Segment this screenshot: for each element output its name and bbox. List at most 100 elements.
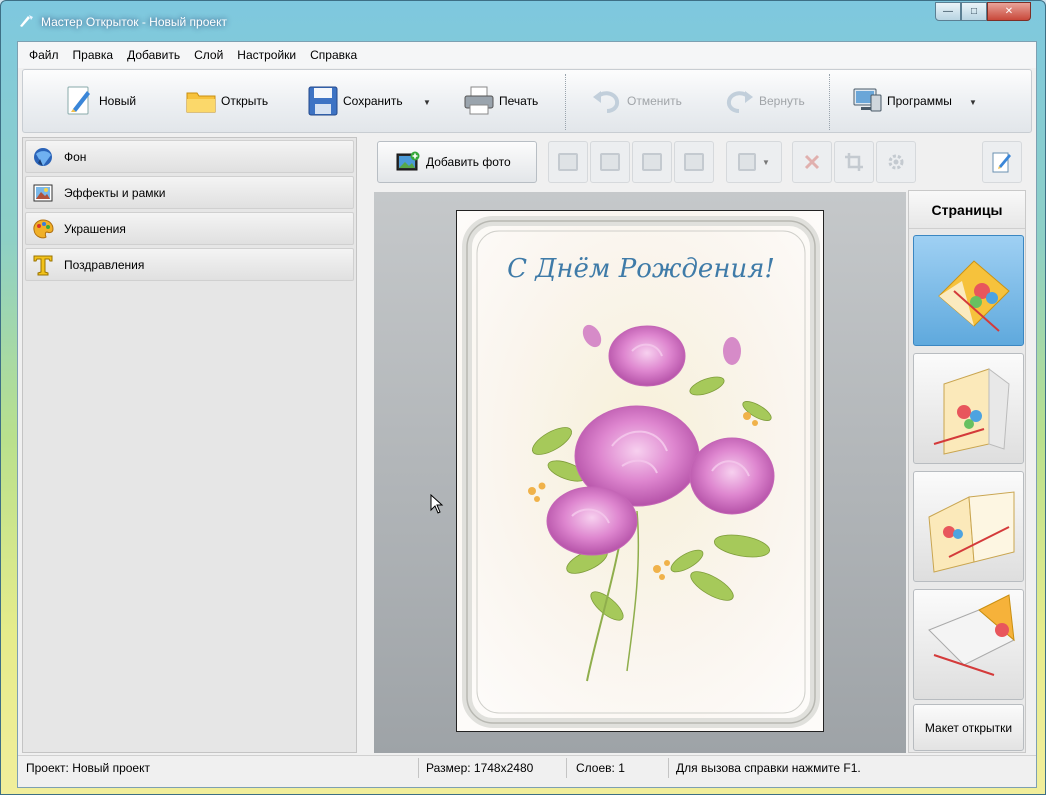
panel-item-label: Эффекты и рамки [64, 185, 166, 200]
crop-icon [845, 153, 863, 171]
print-label: Печать [499, 94, 539, 108]
new-button[interactable]: Новый [63, 80, 136, 122]
left-panel: Фон Эффекты и рамки Украшения Поздравлен… [22, 137, 357, 753]
bring-forward-button[interactable] [548, 141, 588, 183]
greeting-card[interactable]: С Днём Рождения! [456, 210, 824, 732]
edit-text-button[interactable] [982, 141, 1022, 183]
send-to-back-button[interactable] [674, 141, 714, 183]
maximize-icon: □ [970, 6, 978, 17]
close-button[interactable]: ✕ [987, 2, 1031, 21]
app-window: Мастер Открыток - Новый проект — □ ✕ Фай… [0, 0, 1046, 795]
minimize-button[interactable]: — [935, 2, 961, 21]
panel-item-label: Поздравления [64, 257, 145, 272]
save-button[interactable]: Сохранить [307, 80, 403, 122]
window-title: Мастер Открыток - Новый проект [41, 15, 227, 29]
editor-toolbar: Добавить фото ▼ [372, 137, 1032, 189]
menu-add[interactable]: Добавить [120, 42, 187, 68]
redo-button[interactable]: Вернуть [723, 80, 805, 122]
toolbar-separator [565, 74, 567, 130]
panel-item-effects[interactable]: Эффекты и рамки [25, 176, 354, 209]
new-label: Новый [99, 94, 137, 108]
programs-label: Программы [887, 94, 952, 108]
panel-item-label: Фон [64, 149, 87, 164]
card-greeting-text: С Днём Рождения! [507, 254, 775, 284]
status-help: Для вызова справки нажмите F1. [676, 761, 861, 775]
page-thumbnail-3[interactable] [913, 471, 1024, 582]
status-bar: Проект: Новый проект Размер: 1748x2480 С… [18, 755, 1036, 779]
title-bar[interactable]: Мастер Открыток - Новый проект — □ ✕ [1, 1, 1045, 39]
add-photo-label: Добавить фото [426, 155, 511, 169]
add-photo-button[interactable]: Добавить фото [377, 141, 537, 183]
maximize-button[interactable]: □ [961, 2, 987, 21]
menu-edit[interactable]: Правка [66, 42, 121, 68]
status-separator [418, 758, 419, 778]
pages-title: Страницы [909, 191, 1025, 229]
status-size: Размер: 1748x2480 [426, 761, 534, 775]
undo-label: Отменить [627, 94, 682, 108]
computer-icon [853, 88, 882, 112]
main-toolbar: Новый Открыть Сохранить ▼ Печать Отменит… [22, 69, 1032, 133]
palette-icon [33, 218, 54, 238]
align-icon [738, 153, 757, 171]
crop-button[interactable] [834, 141, 874, 183]
app-icon [20, 15, 33, 27]
edit-pencil-icon [992, 152, 1011, 173]
settings-button[interactable] [876, 141, 916, 183]
programs-button[interactable]: Программы [851, 80, 952, 122]
close-icon: ✕ [1004, 6, 1014, 17]
undo-button[interactable]: Отменить [591, 80, 682, 122]
floppy-disk-icon [308, 86, 338, 116]
align-button[interactable]: ▼ [726, 141, 782, 183]
page-thumbnail-2[interactable] [913, 353, 1024, 464]
open-button[interactable]: Открыть [185, 80, 268, 122]
canvas-area[interactable]: С Днём Рождения! [374, 192, 906, 753]
align-dropdown-icon[interactable]: ▼ [762, 158, 770, 167]
panel-item-decorations[interactable]: Украшения [25, 212, 354, 245]
panel-item-greetings[interactable]: Поздравления [25, 248, 354, 281]
background-icon [34, 147, 52, 166]
gear-icon [888, 154, 904, 170]
page-thumbnail-1[interactable] [913, 235, 1024, 346]
bring-forward-icon [558, 153, 578, 171]
card-image: С Днём Рождения! [457, 211, 823, 731]
bring-to-front-icon [642, 153, 662, 171]
pages-panel: Страницы Макет открытки [908, 190, 1026, 753]
save-label: Сохранить [343, 94, 403, 108]
status-separator [668, 758, 669, 778]
frame-effects-icon [33, 184, 53, 201]
toolbar-separator [829, 74, 831, 130]
send-backward-icon [600, 153, 620, 171]
card-front-thumbnail [938, 260, 1010, 332]
bring-to-front-button[interactable] [632, 141, 672, 183]
add-photo-icon [396, 151, 420, 171]
menu-bar: Файл Правка Добавить Слой Настройки Спра… [18, 42, 1036, 68]
status-project: Проект: Новый проект [26, 761, 150, 775]
delete-x-icon [804, 154, 820, 170]
redo-label: Вернуть [759, 94, 805, 108]
delete-button[interactable] [792, 141, 832, 183]
menu-help[interactable]: Справка [303, 42, 364, 68]
card-back-thumbnail [928, 594, 1015, 676]
client-area: Файл Правка Добавить Слой Настройки Спра… [17, 41, 1037, 788]
redo-arrow-icon [726, 91, 753, 113]
printer-icon [464, 86, 494, 115]
folder-icon [186, 92, 216, 113]
card-layout-button[interactable]: Макет открытки [913, 704, 1024, 751]
open-label: Открыть [221, 94, 269, 108]
print-button[interactable]: Печать [463, 80, 538, 122]
status-layers: Слоев: 1 [576, 761, 625, 775]
panel-item-label: Украшения [64, 221, 126, 236]
programs-dropdown-icon[interactable]: ▼ [969, 98, 977, 107]
save-dropdown-icon[interactable]: ▼ [423, 98, 431, 107]
card-inside-right-thumbnail [928, 491, 1015, 573]
card-inside-left-thumbnail [933, 368, 1010, 455]
menu-file[interactable]: Файл [22, 42, 66, 68]
menu-settings[interactable]: Настройки [230, 42, 303, 68]
page-thumbnail-4[interactable] [913, 589, 1024, 700]
undo-arrow-icon [593, 91, 620, 113]
menu-layer[interactable]: Слой [187, 42, 230, 68]
send-to-back-icon [684, 153, 704, 171]
panel-item-background[interactable]: Фон [25, 140, 354, 173]
text-t-icon [33, 255, 53, 275]
send-backward-button[interactable] [590, 141, 630, 183]
